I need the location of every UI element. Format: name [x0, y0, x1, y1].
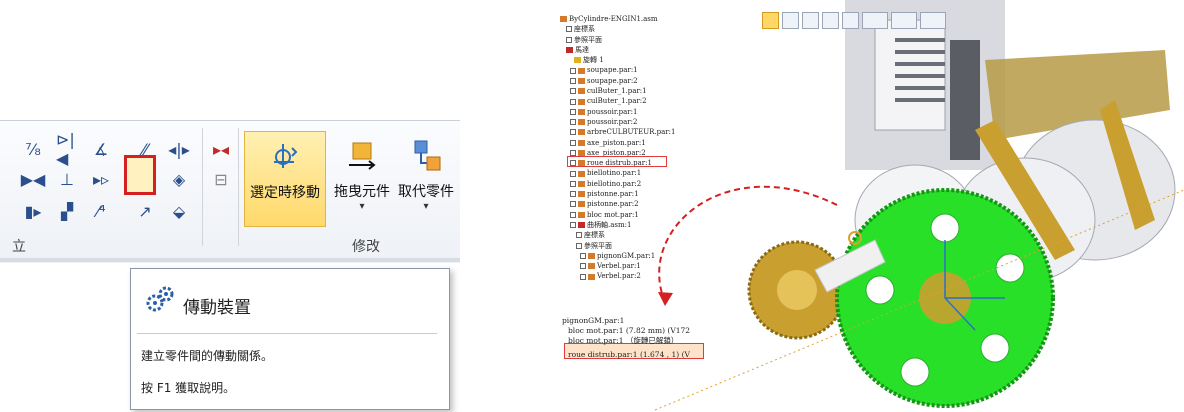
tree-item[interactable]: 曲柄軸.asm:1	[560, 220, 710, 230]
drag-component-icon	[345, 139, 379, 173]
view-toolbar	[762, 12, 946, 32]
center-plane-tool-icon[interactable]: ◂|▸	[168, 138, 190, 160]
tooltip-title: 傳動裝置	[183, 298, 251, 318]
align-tool-icon[interactable]: ▸▹	[90, 168, 112, 190]
display-menu-icon[interactable]	[891, 12, 917, 29]
replace-part-label: 取代零件	[398, 184, 454, 200]
line-style-menu-icon[interactable]	[920, 12, 946, 29]
tree-item[interactable]: soupape.par:2	[560, 76, 710, 86]
drag-component-label: 拖曳元件	[334, 184, 390, 200]
cam-tool-icon[interactable]: ◈	[168, 168, 190, 190]
tree-item[interactable]: Verbel.par:1	[560, 261, 710, 271]
tree-item[interactable]: arbreCULBUTEUR.par:1	[560, 127, 710, 137]
move-on-select-button[interactable]: 選定時移動	[244, 131, 326, 227]
gear-relation-highlight	[124, 155, 156, 195]
tooltip-help-text: 按 F1 獲取說明。	[141, 381, 236, 395]
tree-root[interactable]: ByCylindre-ENGIN1.asm	[560, 14, 710, 24]
dropdown-arrow-icon[interactable]: ▾	[359, 201, 364, 212]
angle-tool-icon[interactable]: ∡	[90, 138, 112, 160]
copy-icon[interactable]	[782, 12, 799, 29]
path-tool-icon[interactable]: ↗	[134, 200, 156, 222]
tree-item[interactable]: 座標系	[560, 24, 710, 34]
selected-tree-item-highlight	[567, 156, 667, 167]
tree-item[interactable]: bloc mot.par:1	[560, 210, 710, 220]
edit-part-icon[interactable]	[822, 12, 839, 29]
tree-item[interactable]: 參照平面	[560, 241, 710, 251]
tree-item[interactable]: poussoir.par:2	[560, 117, 710, 127]
left-group-label: 立	[12, 239, 26, 255]
grid-tool-icon[interactable]: ⊟	[210, 168, 232, 190]
relations-header: pignonGM.par:1	[562, 316, 625, 325]
tree-item[interactable]: 座標系	[560, 230, 710, 240]
ground-tool-icon[interactable]: ⬙	[168, 200, 190, 222]
relation-row[interactable]: bloc mot.par:1 (7.82 mm) (V172	[562, 326, 690, 336]
assembly-icon	[560, 16, 567, 23]
rigid-set-icon[interactable]: ▗▘	[55, 200, 80, 222]
mirror-tool-icon[interactable]: ▸◂	[210, 138, 232, 160]
subassembly-icon	[578, 222, 585, 229]
tree-item[interactable]: culButer_1.par:2	[560, 96, 710, 106]
insert-tool-icon[interactable]: ▮▸	[22, 200, 44, 222]
drag-component-button[interactable]: 拖曳元件 ▾	[332, 131, 392, 212]
perpendicular-tool-icon[interactable]: ⊥	[56, 168, 78, 190]
tree-item[interactable]: 馬達	[560, 45, 710, 55]
group-separator	[202, 128, 203, 246]
move-on-select-label: 選定時移動	[250, 185, 320, 201]
tool-row-3: ▮▸ ▗▘ ⁄⁴ ↗ ⬙	[22, 200, 190, 222]
tree-item[interactable]: axe_piston.par:1	[560, 138, 710, 148]
ribbon-bottom-bar	[0, 258, 460, 262]
relations-list: pignonGM.par:1 bloc mot.par:1 (7.82 mm) …	[562, 316, 690, 360]
tree-item[interactable]: biellotino.par:2	[560, 179, 710, 189]
gear-relation-icon	[146, 286, 174, 312]
relation-row[interactable]: bloc mot.par:1 （旋轉已解鎖）	[562, 336, 690, 346]
move-icon	[268, 140, 302, 174]
tree-item[interactable]: poussoir.par:1	[560, 107, 710, 117]
modify-group-label: 修改	[352, 239, 380, 255]
mate-tool-icon[interactable]: ▶◀	[21, 168, 46, 190]
tree-item[interactable]: culButer_1.par:1	[560, 86, 710, 96]
tree-item[interactable]: Verbel.par:2	[560, 271, 710, 281]
tree-item[interactable]: pignonGM.par:1	[560, 251, 710, 261]
tree-item[interactable]: pistonne.par:2	[560, 199, 710, 209]
select-tool-icon[interactable]	[762, 12, 779, 29]
relation-tool-icon[interactable]: ⊳|◀	[56, 130, 78, 168]
relation-menu-icon[interactable]	[862, 12, 888, 29]
tree-item[interactable]: pistonne.par:1	[560, 189, 710, 199]
replace-part-button[interactable]: 取代零件 ▾	[394, 131, 458, 212]
tangent-tool-icon[interactable]: ⁄⁴	[90, 200, 112, 222]
relation-tool-icon[interactable]: ⁷⁄₈	[22, 138, 44, 160]
pathfinder-tree: ByCylindre-ENGIN1.asm 座標系 參照平面 馬達 旋轉 1 s…	[560, 14, 710, 282]
relation-row-selected[interactable]: roue distrub.par:1 (1.674 , 1) (V	[562, 350, 690, 360]
gear-relation-tooltip: 傳動裝置 建立零件間的傳動關係。 按 F1 獲取說明。	[130, 268, 450, 410]
replace-part-icon	[409, 139, 443, 173]
tooltip-divider	[137, 333, 437, 334]
tooltip-description: 建立零件間的傳動關係。	[141, 349, 274, 363]
motor-icon	[566, 47, 573, 54]
list-icon[interactable]	[842, 12, 859, 29]
tree-item[interactable]: 參照平面	[560, 35, 710, 45]
tree-item[interactable]: 旋轉 1	[560, 55, 710, 65]
tree-item[interactable]: soupape.par:1	[560, 65, 710, 75]
tree-item[interactable]: biellotino.par:1	[560, 168, 710, 178]
rotate-icon	[574, 57, 581, 64]
add-part-icon[interactable]	[802, 12, 819, 29]
group-separator	[238, 128, 239, 246]
dropdown-arrow-icon[interactable]: ▾	[423, 201, 428, 212]
